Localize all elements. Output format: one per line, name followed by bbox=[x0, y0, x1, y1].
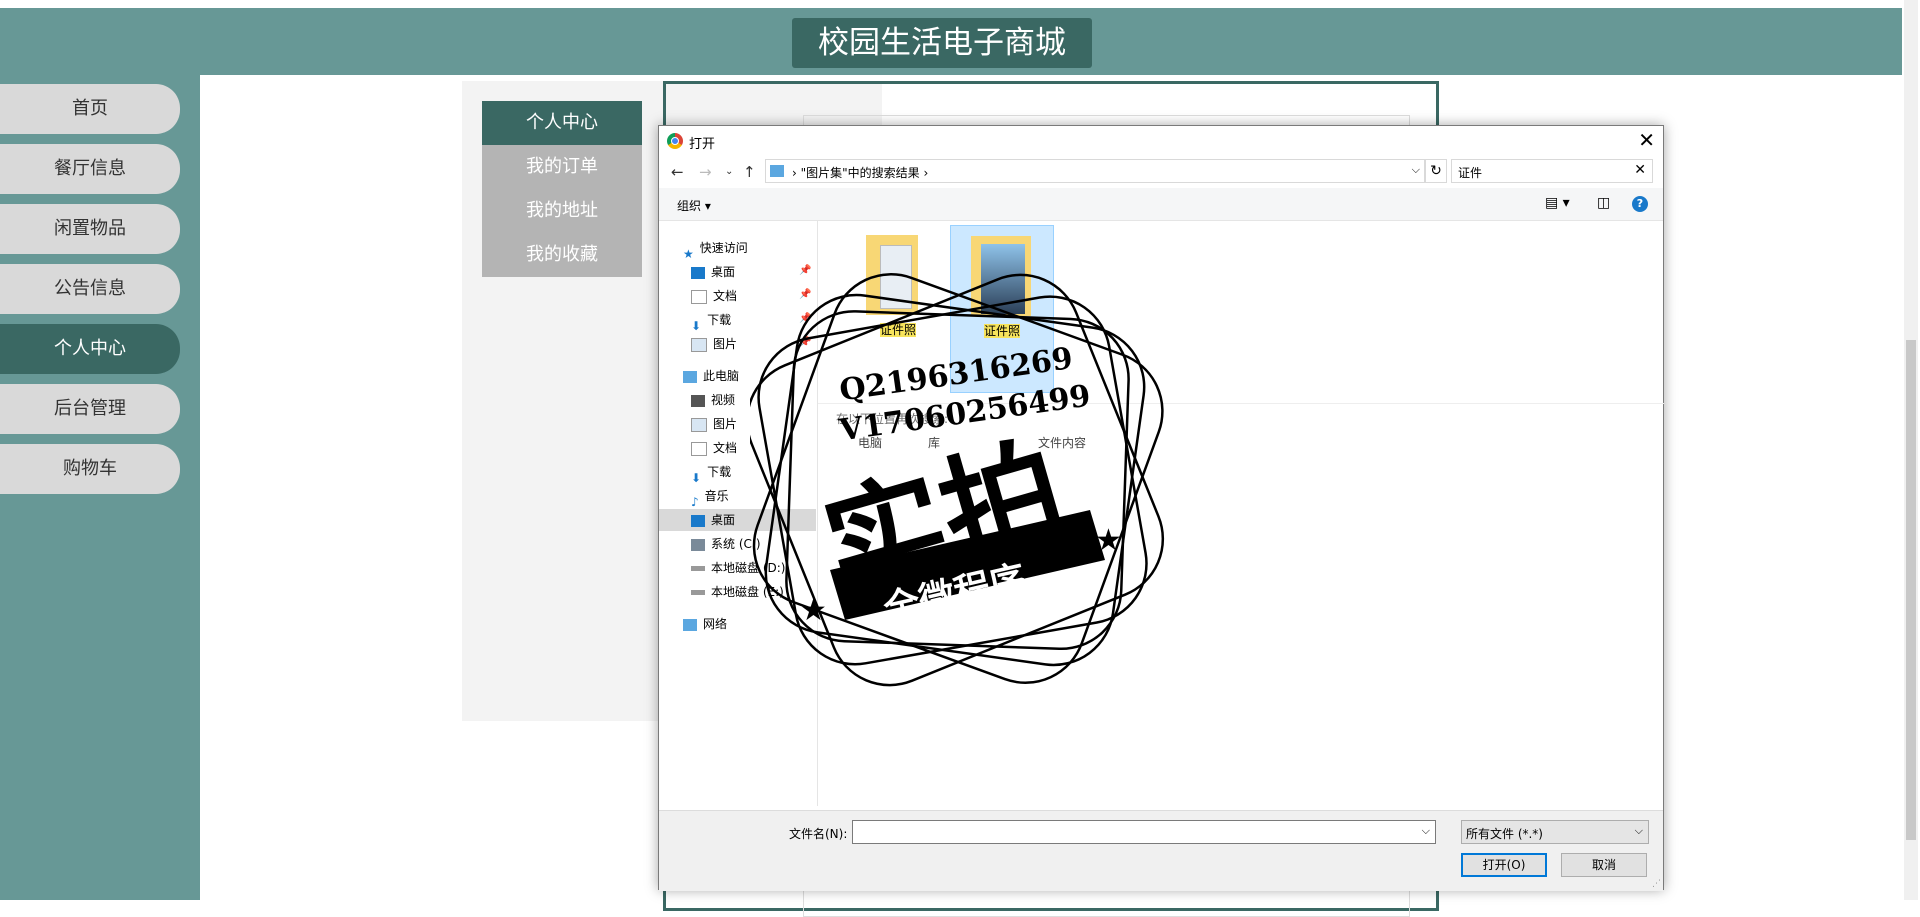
watermark-stamp: Q2196316269 V17060256499 实拍 全微程序 ★ ★ bbox=[750, 273, 1165, 687]
organize-menu[interactable]: 组织 ▾ bbox=[677, 197, 711, 214]
music-icon: ♪ bbox=[691, 494, 699, 509]
tree-downloads[interactable]: ⬇ 下载 bbox=[691, 461, 731, 485]
cancel-button[interactable]: 取消 bbox=[1561, 853, 1647, 877]
resize-grip-icon[interactable]: ⋰ bbox=[1652, 879, 1661, 889]
pictures-icon bbox=[691, 417, 707, 432]
video-icon bbox=[691, 394, 705, 407]
download-icon: ⬇ bbox=[691, 318, 702, 333]
preview-pane-icon[interactable]: ◫ bbox=[1597, 195, 1610, 211]
nav-item-restaurant[interactable]: 餐厅信息 bbox=[0, 144, 180, 194]
nav-item-home[interactable]: 首页 bbox=[0, 84, 180, 134]
chevron-down-icon[interactable]: ⌵ bbox=[1422, 824, 1430, 838]
nav-item-personal-center[interactable]: 个人中心 bbox=[0, 324, 180, 374]
recent-dropdown-icon[interactable]: ⌄ bbox=[725, 166, 733, 177]
download-icon: ⬇ bbox=[691, 470, 702, 485]
back-arrow-icon[interactable]: ← bbox=[671, 163, 684, 181]
chevron-down-icon: ⌵ bbox=[1634, 824, 1643, 837]
tree-music[interactable]: ♪ 音乐 bbox=[691, 485, 729, 509]
tree-quick-access[interactable]: ★ 快速访问 bbox=[683, 237, 748, 261]
search-input[interactable]: 证件 ✕ bbox=[1451, 159, 1653, 183]
tree-downloads-quick[interactable]: ⬇ 下载 bbox=[691, 309, 731, 333]
up-arrow-icon[interactable]: ↑ bbox=[743, 163, 756, 181]
address-row: ← → ⌄ ↑ › "图片集"中的搜索结果 › ⌵ ↻ 证件 ✕ bbox=[659, 159, 1663, 185]
refresh-icon[interactable]: ↻ bbox=[1425, 159, 1447, 183]
drive-icon bbox=[691, 538, 705, 551]
help-icon[interactable]: ? bbox=[1632, 196, 1648, 212]
tree-network[interactable]: 网络 bbox=[683, 613, 727, 635]
tree-this-pc[interactable]: 此电脑 bbox=[683, 365, 739, 387]
nav-item-admin[interactable]: 后台管理 bbox=[0, 384, 180, 434]
drive-icon bbox=[691, 566, 705, 571]
network-icon bbox=[683, 618, 697, 631]
open-button[interactable]: 打开(O) bbox=[1461, 853, 1547, 877]
dialog-title: 打开 bbox=[689, 137, 716, 152]
address-text: › "图片集"中的搜索结果 › bbox=[792, 166, 929, 180]
tree-pictures-quick[interactable]: 图片 bbox=[691, 333, 737, 355]
star-icon: ★ bbox=[1095, 523, 1122, 558]
dialog-toolbar: 组织 ▾ ▤ ▾ ◫ ? bbox=[659, 188, 1663, 221]
dialog-footer: 文件名(N): ⌵ 所有文件 (*.*) ⌵ 打开(O) 取消 ⋰ bbox=[659, 810, 1663, 891]
filetype-value: 所有文件 (*.*) bbox=[1466, 827, 1543, 841]
submenu-personal-center[interactable]: 个人中心 bbox=[482, 101, 642, 145]
filename-input[interactable]: ⌵ bbox=[852, 820, 1436, 844]
submenu-my-orders[interactable]: 我的订单 bbox=[482, 145, 642, 189]
submenu-my-address[interactable]: 我的地址 bbox=[482, 189, 642, 233]
drive-icon bbox=[691, 590, 705, 595]
clear-search-icon[interactable]: ✕ bbox=[1634, 162, 1646, 178]
tree-documents-quick[interactable]: 文档 bbox=[691, 285, 737, 307]
desktop-icon bbox=[691, 266, 705, 279]
dialog-titlebar: 打开 ✕ bbox=[659, 126, 1663, 156]
tree-documents[interactable]: 文档 bbox=[691, 437, 737, 459]
page-scroll-thumb[interactable] bbox=[1906, 340, 1916, 840]
close-icon[interactable]: ✕ bbox=[1638, 128, 1655, 152]
personal-submenu: 个人中心 我的订单 我的地址 我的收藏 bbox=[482, 101, 642, 277]
star-icon: ★ bbox=[800, 593, 827, 628]
star-icon: ★ bbox=[683, 246, 694, 261]
filename-label: 文件名(N): bbox=[789, 827, 848, 841]
address-bar[interactable]: › "图片集"中的搜索结果 › ⌵ bbox=[765, 159, 1425, 183]
chrome-icon bbox=[667, 133, 683, 149]
submenu-my-favorites[interactable]: 我的收藏 bbox=[482, 233, 642, 277]
tree-pictures[interactable]: 图片 bbox=[691, 413, 737, 435]
site-title: 校园生活电子商城 bbox=[792, 18, 1092, 68]
tree-videos[interactable]: 视频 bbox=[691, 389, 735, 411]
search-value: 证件 bbox=[1458, 166, 1483, 180]
view-options-icon[interactable]: ▤ ▾ bbox=[1545, 195, 1570, 211]
document-icon bbox=[691, 441, 707, 456]
desktop-icon bbox=[691, 514, 705, 527]
document-icon bbox=[691, 289, 707, 304]
nav-item-cart[interactable]: 购物车 bbox=[0, 444, 180, 494]
forward-arrow-icon[interactable]: → bbox=[699, 163, 712, 181]
nav-item-notices[interactable]: 公告信息 bbox=[0, 264, 180, 314]
pictures-icon bbox=[691, 337, 707, 352]
folder-icon bbox=[770, 165, 784, 177]
filetype-select[interactable]: 所有文件 (*.*) ⌵ bbox=[1461, 820, 1649, 844]
computer-icon bbox=[683, 370, 697, 383]
chevron-down-icon[interactable]: ⌵ bbox=[1412, 163, 1420, 177]
tree-desktop-quick[interactable]: 桌面 bbox=[691, 261, 735, 283]
nav-item-secondhand[interactable]: 闲置物品 bbox=[0, 204, 180, 254]
